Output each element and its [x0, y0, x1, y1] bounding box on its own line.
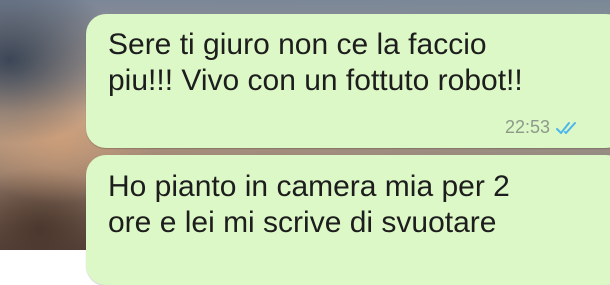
message-timestamp: 22:53	[504, 117, 550, 137]
message-text: Ho pianto in camera mia per 2 ore e lei …	[108, 170, 510, 239]
message-text: Sere ti giuro non ce la faccio piu!!! Vi…	[108, 28, 523, 97]
message-meta: 22:53	[505, 117, 582, 138]
outgoing-message-bubble[interactable]: Ho pianto in camera mia per 2 ore e lei …	[86, 155, 610, 285]
outgoing-message-bubble[interactable]: Sere ti giuro non ce la faccio piu!!! Vi…	[86, 14, 610, 148]
double-check-read-icon	[556, 121, 576, 134]
